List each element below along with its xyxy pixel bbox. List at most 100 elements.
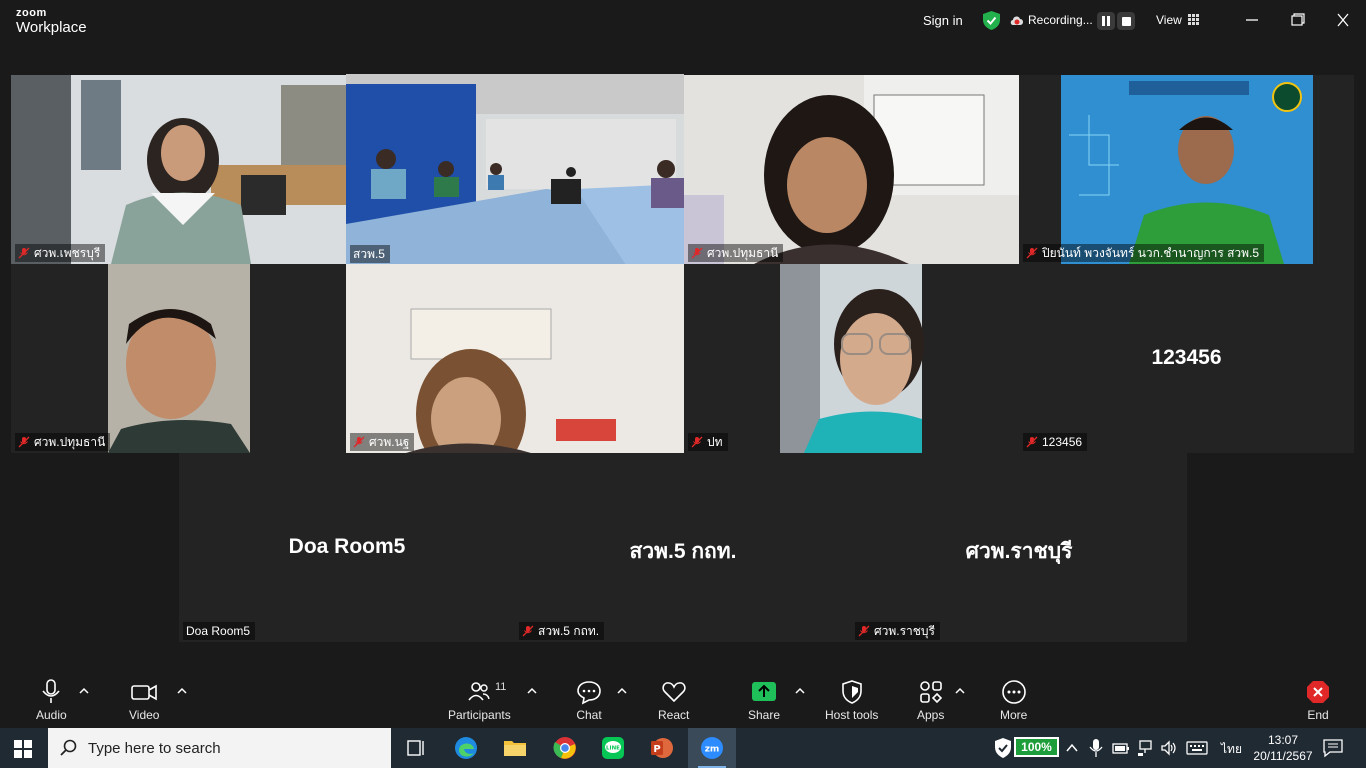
- chat-button[interactable]: Chat: [576, 679, 602, 722]
- battery-tray-icon[interactable]: [1112, 740, 1130, 756]
- muted-mic-icon: [18, 436, 30, 448]
- speaker-volume-icon[interactable]: [1160, 739, 1178, 757]
- participant-count-badge: 11: [495, 681, 507, 693]
- participant-name-label: ศวพ.ปทุมธานี: [15, 433, 111, 451]
- host-shield-icon: [841, 680, 862, 704]
- participant-name: สวพ.5: [353, 246, 385, 261]
- pause-recording-button[interactable]: [1097, 12, 1115, 30]
- video-tile-no-video[interactable]: สวพ.5 กถท. สวพ.5 กถท.: [515, 453, 851, 642]
- grid-view-icon[interactable]: [1188, 14, 1199, 25]
- system-clock[interactable]: 13:07 20/11/2567: [1253, 732, 1313, 764]
- battery-indicator[interactable]: 100%: [1014, 737, 1059, 757]
- video-tile[interactable]: ศวพ.เพชรบุรี: [11, 75, 346, 264]
- more-button[interactable]: More: [1000, 679, 1027, 722]
- audio-button[interactable]: Audio: [36, 679, 67, 722]
- cloud-recording-icon: [1010, 16, 1023, 25]
- video-tile-no-video[interactable]: 123456 123456: [1019, 264, 1354, 453]
- powerpoint-icon[interactable]: P: [650, 736, 674, 760]
- participant-name: Doa Room5: [186, 624, 251, 638]
- chat-bubble-icon: [577, 681, 601, 705]
- logo-workplace: Workplace: [16, 19, 87, 36]
- stop-recording-button[interactable]: [1117, 12, 1135, 30]
- clock-time: 13:07: [1267, 733, 1299, 747]
- edge-browser-icon[interactable]: [454, 736, 478, 760]
- view-button[interactable]: View: [1156, 13, 1182, 27]
- participant-name: ศวพ.ราชบุรี: [874, 623, 935, 638]
- active-speaker-tile[interactable]: สวพ.5: [346, 74, 684, 265]
- chrome-browser-icon[interactable]: [553, 736, 577, 760]
- chat-options-chevron-up-icon[interactable]: [617, 687, 627, 695]
- chat-label: Chat: [576, 708, 602, 722]
- participant-video-office: [11, 75, 346, 264]
- file-explorer-icon[interactable]: [503, 736, 527, 760]
- participant-name-label: ศวพ.เพชรบุรี: [15, 244, 106, 262]
- video-options-chevron-up-icon[interactable]: [177, 687, 187, 695]
- participants-label: Participants: [448, 708, 511, 722]
- end-meeting-icon: [1307, 681, 1329, 703]
- participant-name-label: ศวพ.ราชบุรี: [855, 622, 940, 640]
- react-label: React: [658, 708, 690, 722]
- video-tile[interactable]: ปิยนันท์ พวงจันทร์ นวก.ชำนาญการ สวพ.5: [1019, 75, 1354, 264]
- zoom-app-icon[interactable]: zm: [700, 736, 724, 760]
- participant-name-label: สวพ.5 กถท.: [519, 622, 605, 640]
- video-tile-no-video[interactable]: Doa Room5 Doa Room5: [179, 453, 515, 642]
- share-button[interactable]: Share: [748, 679, 780, 722]
- security-tray-icon[interactable]: [993, 736, 1013, 760]
- participants-options-chevron-up-icon[interactable]: [527, 687, 537, 695]
- muted-mic-icon: [1026, 247, 1038, 259]
- participant-name: ศวพ.เพชรบุรี: [34, 245, 101, 260]
- apps-label: Apps: [917, 708, 945, 722]
- react-button[interactable]: React: [658, 679, 689, 722]
- network-icon[interactable]: [1136, 739, 1154, 757]
- zoom-logo: zoom Workplace: [16, 8, 87, 36]
- participant-display-name: Doa Room5: [288, 535, 406, 558]
- video-tile[interactable]: ศวพ.ปทุมธานี: [11, 264, 346, 453]
- notifications-icon[interactable]: [1322, 738, 1344, 758]
- audio-options-chevron-up-icon[interactable]: [79, 687, 89, 695]
- restore-icon[interactable]: [1285, 10, 1309, 30]
- svg-text:LINE: LINE: [606, 746, 620, 752]
- end-meeting-button[interactable]: End: [1306, 679, 1330, 722]
- share-options-chevron-up-icon[interactable]: [795, 687, 805, 695]
- video-camera-icon: [131, 684, 158, 701]
- participant-name-label: ปท: [688, 433, 728, 451]
- sign-in-link[interactable]: Sign in: [923, 13, 963, 28]
- windows-start-icon[interactable]: [14, 740, 32, 758]
- show-hidden-icons-chevron-icon[interactable]: [1064, 740, 1080, 756]
- participant-name: ปท: [707, 434, 723, 449]
- task-view-icon[interactable]: [404, 736, 428, 760]
- muted-mic-icon: [353, 436, 365, 448]
- apps-options-chevron-up-icon[interactable]: [955, 687, 965, 695]
- heart-icon: [662, 682, 686, 703]
- video-button[interactable]: Video: [129, 679, 159, 722]
- line-app-icon[interactable]: LINE: [601, 736, 625, 760]
- participant-display-name: ศวพ.ราชบุรี: [965, 540, 1073, 563]
- video-tile-no-video[interactable]: ศวพ.ราชบุรี ศวพ.ราชบุรี: [851, 453, 1187, 642]
- input-language-indicator[interactable]: ไทย: [1221, 740, 1242, 759]
- muted-mic-icon: [522, 625, 534, 637]
- video-tile[interactable]: ปท: [684, 264, 1019, 453]
- participant-video-woman-ac: [346, 264, 684, 453]
- participant-video-meeting-room: [346, 74, 684, 265]
- participant-video-woman-car: [684, 264, 1019, 453]
- participant-name-label: ศวพ.นฐ: [350, 433, 415, 451]
- close-window-icon[interactable]: [1331, 10, 1355, 30]
- microphone-tray-icon[interactable]: [1089, 738, 1103, 758]
- taskbar-search-box[interactable]: Type here to search: [48, 728, 391, 768]
- apps-button[interactable]: Apps: [917, 679, 944, 722]
- participants-icon: [468, 682, 491, 701]
- encryption-shield-icon[interactable]: [983, 11, 1000, 30]
- participant-name-label: สวพ.5: [350, 245, 390, 263]
- keyboard-icon[interactable]: [1186, 740, 1208, 756]
- microphone-icon: [42, 679, 60, 703]
- minimize-icon[interactable]: [1240, 10, 1264, 30]
- host-tools-button[interactable]: Host tools: [825, 679, 878, 722]
- video-tile[interactable]: ศวพ.ปทุมธานี: [684, 75, 1019, 264]
- participant-display-name: 123456: [1151, 346, 1222, 369]
- end-label: End: [1307, 708, 1329, 722]
- participant-name: ปิยนันท์ พวงจันทร์ นวก.ชำนาญการ สวพ.5: [1042, 245, 1260, 260]
- video-tile[interactable]: ศวพ.นฐ: [346, 264, 684, 453]
- participant-display-name: สวพ.5 กถท.: [629, 540, 737, 563]
- muted-mic-icon: [858, 625, 870, 637]
- muted-mic-icon: [18, 247, 30, 259]
